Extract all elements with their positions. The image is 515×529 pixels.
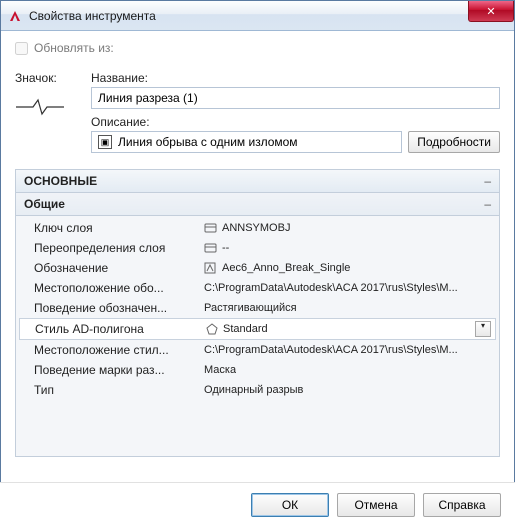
property-value: -- [204, 242, 499, 254]
property-value: Одинарный разрыв [204, 384, 499, 396]
description-row: ▣ Линия обрыва с одним изломом Подробнос… [91, 131, 500, 153]
property-key: Поведение марки раз... [34, 363, 204, 377]
property-value: Aec6_Anno_Break_Single [204, 262, 499, 274]
property-value: C:\ProgramData\Autodesk\ACA 2017\rus\Sty… [204, 282, 499, 294]
property-value-text: Standard [223, 323, 268, 335]
name-input[interactable] [91, 87, 500, 109]
description-label: Описание: [91, 115, 500, 129]
category-general-label: Общие [24, 197, 65, 211]
property-value-text: ANNSYMOBJ [222, 222, 290, 234]
property-value-text: Растягивающийся [204, 302, 297, 314]
update-from-checkbox[interactable] [15, 42, 28, 55]
property-row[interactable]: Переопределения слоя -- [16, 238, 499, 258]
description-box[interactable]: ▣ Линия обрыва с одним изломом [91, 131, 402, 153]
details-button[interactable]: Подробности [408, 131, 500, 153]
property-value: Маска [204, 364, 499, 376]
panel-filler [16, 402, 499, 456]
property-row[interactable]: Поведение марки раз...Маска [16, 360, 499, 380]
property-value: C:\ProgramData\Autodesk\ACA 2017\rus\Sty… [204, 344, 499, 356]
property-key: Поведение обозначен... [34, 301, 204, 315]
property-key: Стиль AD-полигона [35, 322, 205, 336]
property-value-text: C:\ProgramData\Autodesk\ACA 2017\rus\Sty… [204, 282, 458, 294]
category-main-label: ОСНОВНЫЕ [24, 174, 97, 188]
property-key: Обозначение [34, 261, 204, 275]
property-value-text: C:\ProgramData\Autodesk\ACA 2017\rus\Sty… [204, 344, 458, 356]
dropdown-button[interactable]: ▾ [475, 321, 491, 337]
layer-icon [204, 242, 218, 254]
ok-button[interactable]: ОК [251, 493, 329, 517]
collapse-icon[interactable]: – [484, 197, 491, 211]
property-row[interactable]: Местоположение обо...C:\ProgramData\Auto… [16, 278, 499, 298]
icon-name-section: Значок: Название: Описание: ▣ Линия обры… [15, 71, 500, 153]
property-row[interactable]: ТипОдинарный разрыв [16, 380, 499, 400]
help-button[interactable]: Справка [423, 493, 501, 517]
app-icon [7, 8, 23, 24]
dialog-content: Обновлять из: Значок: Название: Описание… [1, 31, 514, 457]
layer-icon [204, 222, 218, 234]
property-key: Местоположение стил... [34, 343, 204, 357]
property-key: Переопределения слоя [34, 241, 204, 255]
property-row[interactable]: Местоположение стил...C:\ProgramData\Aut… [16, 340, 499, 360]
cancel-button[interactable]: Отмена [337, 493, 415, 517]
property-value-text: -- [222, 242, 229, 254]
property-value: ANNSYMOBJ [204, 222, 499, 234]
property-value: Standard ▾ [205, 321, 495, 337]
property-value-text: Aec6_Anno_Break_Single [222, 262, 350, 274]
description-icon: ▣ [98, 135, 112, 149]
property-value-text: Маска [204, 364, 236, 376]
property-row[interactable]: Обозначение Aec6_Anno_Break_Single [16, 258, 499, 278]
description-text: Линия обрыва с одним изломом [118, 135, 298, 149]
update-from-label: Обновлять из: [34, 41, 114, 55]
collapse-icon[interactable]: – [484, 174, 491, 188]
category-main-header[interactable]: ОСНОВНЫЕ – [16, 170, 499, 193]
close-button[interactable]: ✕ [468, 1, 514, 22]
close-icon: ✕ [486, 5, 495, 18]
polygon-icon [205, 323, 219, 335]
icon-label: Значок: [15, 71, 57, 85]
name-label: Название: [91, 71, 500, 85]
update-from-row: Обновлять из: [15, 41, 500, 55]
tool-preview-icon[interactable] [15, 93, 65, 121]
property-key: Местоположение обо... [34, 281, 204, 295]
property-row[interactable]: Ключ слоя ANNSYMOBJ [16, 218, 499, 238]
property-row[interactable]: Поведение обозначен...Растягивающийся [16, 298, 499, 318]
property-value: Растягивающийся [204, 302, 499, 314]
category-general-header[interactable]: Общие – [16, 193, 499, 216]
fields-column: Название: Описание: ▣ Линия обрыва с одн… [91, 71, 500, 153]
window-title: Свойства инструмента [29, 9, 156, 23]
property-row[interactable]: Стиль AD-полигона Standard ▾ [19, 318, 496, 340]
property-key: Тип [34, 383, 204, 397]
property-key: Ключ слоя [34, 221, 204, 235]
property-value-text: Одинарный разрыв [204, 384, 303, 396]
icon-column: Значок: [15, 71, 75, 121]
dialog-button-bar: ОК Отмена Справка [0, 482, 515, 529]
titlebar: Свойства инструмента ✕ [1, 1, 514, 31]
symbol-icon [204, 262, 218, 274]
property-panel: ОСНОВНЫЕ – Общие – Ключ слоя ANNSYMOBJ Пер… [15, 169, 500, 457]
property-list: Ключ слоя ANNSYMOBJ Переопределения слоя --… [16, 216, 499, 402]
